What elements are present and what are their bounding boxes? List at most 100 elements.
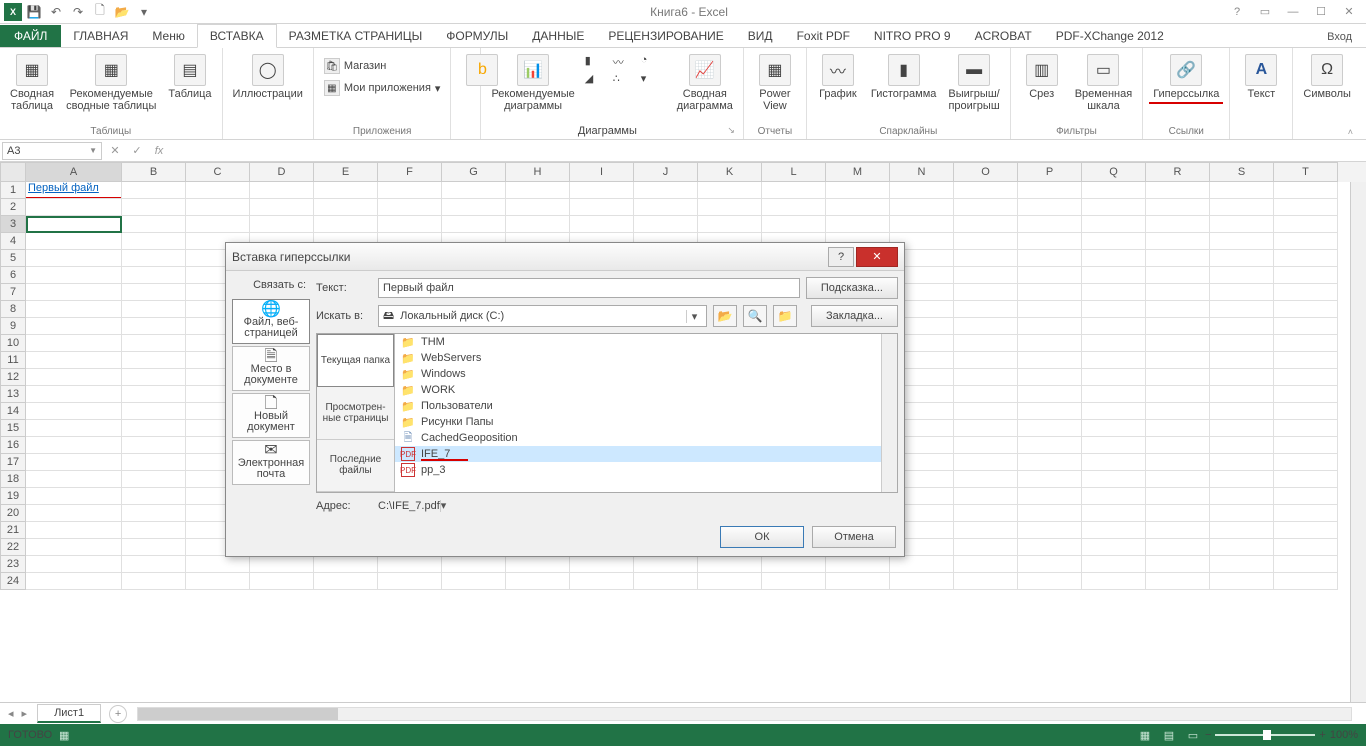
table-button[interactable]: ▤Таблица bbox=[164, 52, 215, 102]
cell[interactable] bbox=[954, 284, 1018, 301]
cell[interactable] bbox=[1274, 284, 1338, 301]
row-header[interactable]: 9 bbox=[0, 318, 26, 335]
cell[interactable] bbox=[1146, 352, 1210, 369]
view-layout-icon[interactable]: ▤ bbox=[1157, 729, 1181, 742]
cell[interactable] bbox=[122, 403, 186, 420]
cell[interactable] bbox=[26, 216, 122, 233]
cell[interactable] bbox=[1018, 454, 1082, 471]
cell[interactable] bbox=[1018, 267, 1082, 284]
tab-review[interactable]: РЕЦЕНЗИРОВАНИЕ bbox=[596, 25, 735, 47]
cell[interactable] bbox=[826, 216, 890, 233]
col-header[interactable]: M bbox=[826, 162, 890, 182]
row-header[interactable]: 20 bbox=[0, 505, 26, 522]
cell[interactable] bbox=[1210, 403, 1274, 420]
tab-formulas[interactable]: ФОРМУЛЫ bbox=[434, 25, 520, 47]
cell[interactable] bbox=[1274, 199, 1338, 216]
cell[interactable] bbox=[954, 522, 1018, 539]
row-header[interactable]: 2 bbox=[0, 199, 26, 216]
cell[interactable] bbox=[1274, 420, 1338, 437]
cell[interactable] bbox=[1082, 318, 1146, 335]
cell[interactable] bbox=[954, 471, 1018, 488]
maximize-icon[interactable]: ☐ bbox=[1308, 2, 1334, 22]
up-folder-button[interactable]: 📂 bbox=[713, 305, 737, 327]
cell[interactable] bbox=[1210, 420, 1274, 437]
col-header[interactable]: T bbox=[1274, 162, 1338, 182]
cell[interactable] bbox=[954, 488, 1018, 505]
row-header[interactable]: 11 bbox=[0, 352, 26, 369]
cell[interactable] bbox=[1274, 216, 1338, 233]
link-place-button[interactable]: 🗎Место в документе bbox=[232, 346, 310, 391]
cell[interactable] bbox=[1082, 505, 1146, 522]
cell[interactable] bbox=[698, 199, 762, 216]
col-header[interactable]: K bbox=[698, 162, 762, 182]
cell[interactable] bbox=[250, 199, 314, 216]
cell[interactable] bbox=[954, 182, 1018, 199]
cell[interactable] bbox=[1146, 233, 1210, 250]
cell[interactable] bbox=[186, 216, 250, 233]
file-item[interactable]: 📁THM bbox=[395, 334, 881, 350]
cell[interactable] bbox=[506, 556, 570, 573]
cell[interactable] bbox=[1082, 182, 1146, 199]
cell[interactable] bbox=[1082, 216, 1146, 233]
cell[interactable] bbox=[26, 556, 122, 573]
cell[interactable] bbox=[1274, 233, 1338, 250]
cell[interactable] bbox=[1018, 216, 1082, 233]
cell[interactable] bbox=[954, 556, 1018, 573]
cell[interactable] bbox=[122, 352, 186, 369]
cell[interactable] bbox=[954, 454, 1018, 471]
cell[interactable] bbox=[1082, 471, 1146, 488]
cell[interactable] bbox=[1274, 522, 1338, 539]
text-input[interactable] bbox=[378, 278, 800, 298]
cell[interactable] bbox=[890, 216, 954, 233]
cell[interactable] bbox=[1082, 403, 1146, 420]
cell[interactable] bbox=[1274, 488, 1338, 505]
cell[interactable] bbox=[1210, 454, 1274, 471]
cell[interactable] bbox=[26, 233, 122, 250]
cell[interactable] bbox=[762, 216, 826, 233]
cell[interactable] bbox=[826, 182, 890, 199]
cell[interactable] bbox=[1146, 284, 1210, 301]
bar-chart-icon[interactable]: ▮ bbox=[585, 54, 611, 70]
cell[interactable] bbox=[442, 199, 506, 216]
cell[interactable] bbox=[26, 250, 122, 267]
cell[interactable] bbox=[26, 352, 122, 369]
cell[interactable] bbox=[26, 301, 122, 318]
cell[interactable] bbox=[1146, 488, 1210, 505]
cell[interactable] bbox=[314, 182, 378, 199]
cell[interactable] bbox=[1018, 318, 1082, 335]
cell[interactable] bbox=[698, 182, 762, 199]
row-header[interactable]: 1 bbox=[0, 182, 26, 199]
cell[interactable] bbox=[122, 556, 186, 573]
col-header[interactable]: S bbox=[1210, 162, 1274, 182]
cell[interactable] bbox=[954, 386, 1018, 403]
address-combo[interactable]: C:\IFE_7.pdf▾ bbox=[378, 499, 898, 512]
cell[interactable] bbox=[698, 216, 762, 233]
cell[interactable] bbox=[1210, 284, 1274, 301]
cell[interactable] bbox=[634, 199, 698, 216]
cell[interactable] bbox=[1146, 216, 1210, 233]
cell[interactable] bbox=[1274, 318, 1338, 335]
sparkline-col-button[interactable]: ▮Гистограмма bbox=[867, 52, 941, 102]
cell[interactable] bbox=[442, 216, 506, 233]
cell[interactable] bbox=[122, 216, 186, 233]
browse-file-button[interactable]: 📁 bbox=[773, 305, 797, 327]
cell[interactable] bbox=[1210, 352, 1274, 369]
cell[interactable] bbox=[1274, 454, 1338, 471]
cell[interactable] bbox=[890, 573, 954, 590]
cell[interactable] bbox=[1210, 556, 1274, 573]
cell[interactable] bbox=[1210, 369, 1274, 386]
enter-formula-icon[interactable]: ✓ bbox=[126, 144, 148, 157]
row-header[interactable]: 3 bbox=[0, 216, 26, 233]
cell[interactable]: Первый файл bbox=[26, 182, 122, 199]
cell[interactable] bbox=[1210, 301, 1274, 318]
cell[interactable] bbox=[698, 556, 762, 573]
cell[interactable] bbox=[1210, 573, 1274, 590]
cell[interactable] bbox=[26, 403, 122, 420]
cell[interactable] bbox=[698, 573, 762, 590]
cell[interactable] bbox=[26, 522, 122, 539]
cell[interactable] bbox=[26, 488, 122, 505]
cancel-formula-icon[interactable]: ✕ bbox=[104, 144, 126, 157]
cell[interactable] bbox=[1018, 556, 1082, 573]
cell[interactable] bbox=[1274, 556, 1338, 573]
cell[interactable] bbox=[1018, 437, 1082, 454]
